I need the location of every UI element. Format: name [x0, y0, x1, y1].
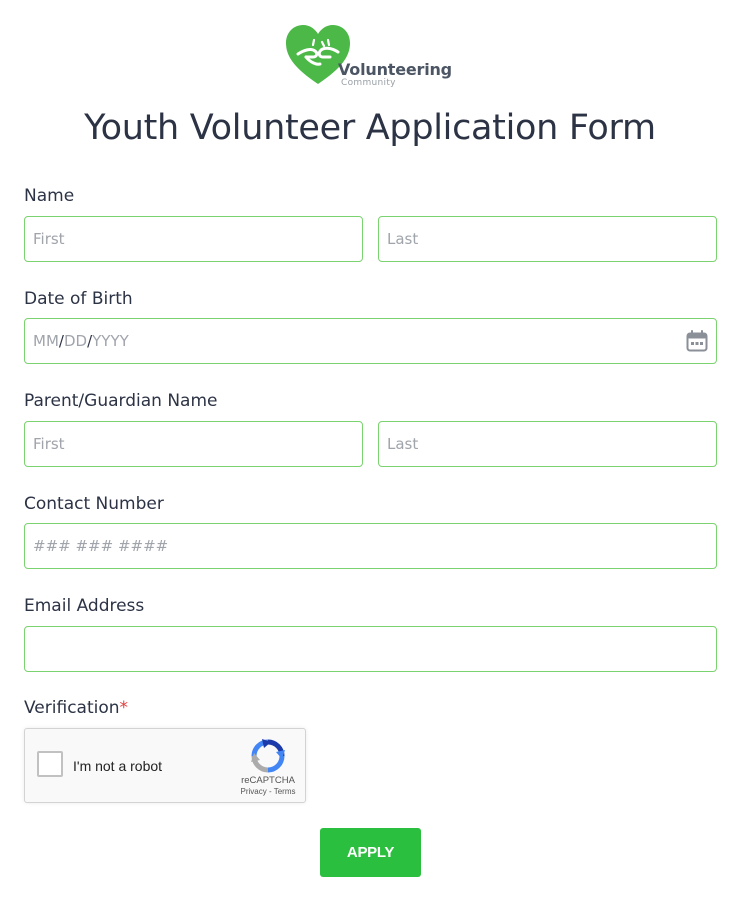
email-label: Email Address: [24, 596, 145, 616]
recaptcha-logo-icon: [251, 739, 285, 773]
guardian-first-name-field[interactable]: [24, 421, 363, 467]
contact-number-field[interactable]: [24, 523, 717, 569]
calendar-icon[interactable]: [686, 330, 708, 352]
dob-year[interactable]: YYYY: [92, 332, 129, 350]
recaptcha-privacy-link[interactable]: Privacy: [241, 787, 267, 796]
recaptcha-links: Privacy - Terms: [229, 787, 307, 796]
recaptcha-widget: I'm not a robot reCAPTCHA Privacy - Term…: [24, 728, 306, 803]
logo-subtitle: Community: [341, 78, 396, 88]
required-asterisk: *: [119, 698, 129, 718]
guardian-first-name-input[interactable]: [25, 422, 362, 466]
dob-month[interactable]: MM: [33, 332, 59, 350]
email-field[interactable]: [24, 626, 717, 672]
first-name-field[interactable]: [24, 216, 363, 262]
logo-wordmark: Volunteering: [338, 60, 452, 79]
apply-button[interactable]: APPLY: [320, 828, 421, 877]
recaptcha-links-separator: -: [266, 787, 274, 796]
contact-number-label: Contact Number: [24, 494, 164, 514]
verification-label: Verification*: [24, 698, 128, 718]
recaptcha-checkbox[interactable]: [37, 751, 63, 777]
recaptcha-brand: reCAPTCHA: [241, 775, 295, 786]
last-name-field[interactable]: [378, 216, 717, 262]
email-input[interactable]: [25, 627, 716, 671]
last-name-input[interactable]: [379, 217, 716, 261]
verification-label-text: Verification: [24, 698, 120, 718]
recaptcha-terms-link[interactable]: Terms: [274, 787, 296, 796]
name-label: Name: [24, 186, 75, 206]
dob-day[interactable]: DD: [64, 332, 87, 350]
form-title: Youth Volunteer Application Form: [84, 108, 656, 148]
contact-number-input[interactable]: [25, 524, 716, 568]
guardian-name-label: Parent/Guardian Name: [24, 391, 218, 411]
dob-label: Date of Birth: [24, 289, 133, 309]
first-name-input[interactable]: [25, 217, 362, 261]
guardian-last-name-field[interactable]: [378, 421, 717, 467]
dob-field[interactable]: MM / DD / YYYY: [24, 318, 717, 364]
recaptcha-label: I'm not a robot: [73, 758, 163, 774]
organization-logo: Volunteering Community: [284, 24, 456, 92]
guardian-last-name-input[interactable]: [379, 422, 716, 466]
